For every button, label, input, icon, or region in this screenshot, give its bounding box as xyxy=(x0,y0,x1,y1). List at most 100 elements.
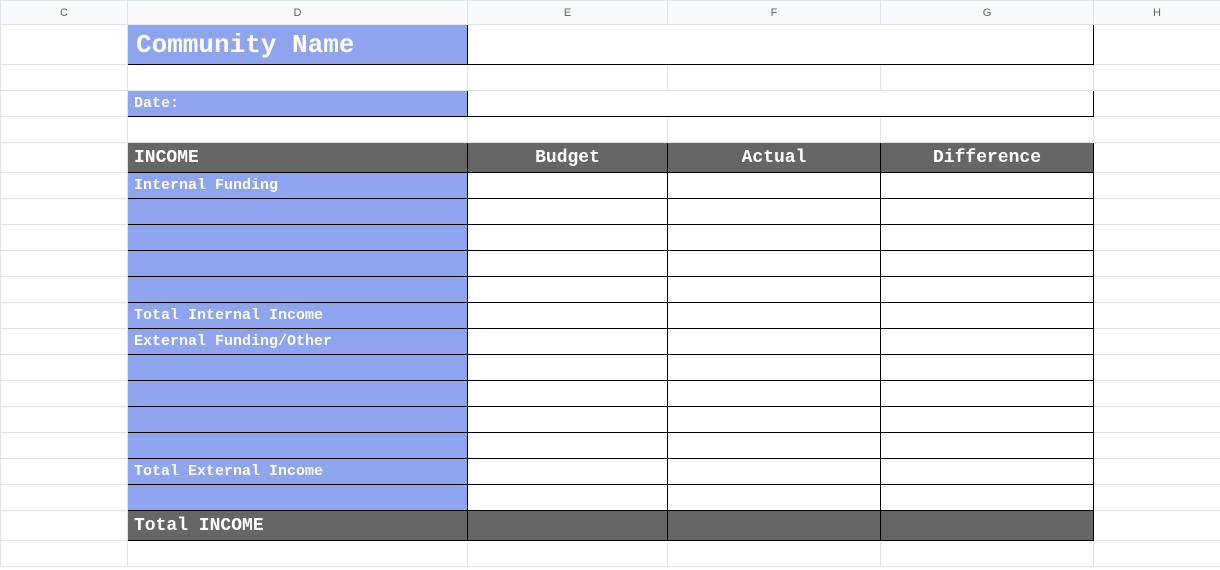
row-label[interactable] xyxy=(128,407,468,433)
cell[interactable] xyxy=(1,225,128,251)
budget-cell[interactable] xyxy=(468,303,668,329)
cell[interactable] xyxy=(881,65,1094,91)
cell[interactable] xyxy=(1,511,128,541)
cell[interactable] xyxy=(1,91,128,117)
row-label[interactable] xyxy=(128,433,468,459)
budget-cell[interactable] xyxy=(468,329,668,355)
cell[interactable] xyxy=(1,459,128,485)
cell[interactable] xyxy=(1094,433,1220,459)
cell[interactable] xyxy=(1,65,128,91)
actual-cell[interactable] xyxy=(668,485,881,511)
cell[interactable] xyxy=(1,199,128,225)
actual-cell[interactable] xyxy=(668,329,881,355)
row-label[interactable] xyxy=(128,355,468,381)
actual-cell[interactable] xyxy=(668,381,881,407)
cell[interactable] xyxy=(1,329,128,355)
total-internal-label[interactable]: Total Internal Income xyxy=(128,303,468,329)
cell[interactable] xyxy=(1094,511,1220,541)
actual-total-cell[interactable] xyxy=(668,511,881,541)
row-label[interactable] xyxy=(128,251,468,277)
cell[interactable] xyxy=(1094,329,1220,355)
cell[interactable] xyxy=(1094,355,1220,381)
cell[interactable] xyxy=(1094,199,1220,225)
cell[interactable] xyxy=(881,541,1094,567)
cell[interactable] xyxy=(668,117,881,143)
community-name-value[interactable] xyxy=(468,25,1094,65)
col-header-h[interactable]: H xyxy=(1094,1,1220,25)
difference-total-cell[interactable] xyxy=(881,511,1094,541)
total-external-label[interactable]: Total External Income xyxy=(128,459,468,485)
cell[interactable] xyxy=(668,65,881,91)
budget-total-cell[interactable] xyxy=(468,511,668,541)
difference-cell[interactable] xyxy=(881,485,1094,511)
budget-cell[interactable] xyxy=(468,251,668,277)
total-income-label[interactable]: Total INCOME xyxy=(128,511,468,541)
actual-cell[interactable] xyxy=(668,199,881,225)
row-label[interactable] xyxy=(128,381,468,407)
budget-cell[interactable] xyxy=(468,381,668,407)
cell[interactable] xyxy=(1,407,128,433)
col-header-c[interactable]: C xyxy=(1,1,128,25)
cell[interactable] xyxy=(1094,277,1220,303)
spreadsheet-grid[interactable]: C D E F G H Community Name Date: xyxy=(0,0,1220,567)
external-funding-label[interactable]: External Funding/Other xyxy=(128,329,468,355)
difference-header[interactable]: Difference xyxy=(881,143,1094,173)
cell[interactable] xyxy=(1094,25,1220,65)
budget-cell[interactable] xyxy=(468,173,668,199)
cell[interactable] xyxy=(1094,65,1220,91)
cell[interactable] xyxy=(128,65,468,91)
cell[interactable] xyxy=(1,381,128,407)
row-label[interactable] xyxy=(128,485,468,511)
cell[interactable] xyxy=(1094,143,1220,173)
cell[interactable] xyxy=(1,143,128,173)
actual-cell[interactable] xyxy=(668,433,881,459)
difference-cell[interactable] xyxy=(881,199,1094,225)
income-header-label[interactable]: INCOME xyxy=(128,143,468,173)
difference-cell[interactable] xyxy=(881,225,1094,251)
actual-cell[interactable] xyxy=(668,251,881,277)
cell[interactable] xyxy=(128,117,468,143)
cell[interactable] xyxy=(1094,251,1220,277)
actual-cell[interactable] xyxy=(668,355,881,381)
cell[interactable] xyxy=(468,117,668,143)
actual-cell[interactable] xyxy=(668,407,881,433)
cell[interactable] xyxy=(1,433,128,459)
col-header-f[interactable]: F xyxy=(668,1,881,25)
cell[interactable] xyxy=(1094,91,1220,117)
difference-cell[interactable] xyxy=(881,381,1094,407)
budget-cell[interactable] xyxy=(468,199,668,225)
cell[interactable] xyxy=(128,541,468,567)
budget-cell[interactable] xyxy=(468,407,668,433)
budget-header[interactable]: Budget xyxy=(468,143,668,173)
actual-cell[interactable] xyxy=(668,277,881,303)
cell[interactable] xyxy=(1,277,128,303)
actual-header[interactable]: Actual xyxy=(668,143,881,173)
internal-funding-label[interactable]: Internal Funding xyxy=(128,173,468,199)
cell[interactable] xyxy=(1094,303,1220,329)
cell[interactable] xyxy=(1,485,128,511)
difference-cell[interactable] xyxy=(881,173,1094,199)
cell[interactable] xyxy=(468,541,668,567)
cell[interactable] xyxy=(468,65,668,91)
budget-cell[interactable] xyxy=(468,433,668,459)
row-label[interactable] xyxy=(128,277,468,303)
date-label[interactable]: Date: xyxy=(128,91,468,117)
cell[interactable] xyxy=(1,303,128,329)
cell[interactable] xyxy=(1094,117,1220,143)
difference-cell[interactable] xyxy=(881,277,1094,303)
difference-cell[interactable] xyxy=(881,407,1094,433)
actual-cell[interactable] xyxy=(668,303,881,329)
cell[interactable] xyxy=(1,25,128,65)
community-name-title[interactable]: Community Name xyxy=(128,25,468,65)
budget-cell[interactable] xyxy=(468,485,668,511)
cell[interactable] xyxy=(668,541,881,567)
actual-cell[interactable] xyxy=(668,459,881,485)
cell[interactable] xyxy=(1094,459,1220,485)
cell[interactable] xyxy=(1094,541,1220,567)
cell[interactable] xyxy=(1094,381,1220,407)
cell[interactable] xyxy=(1,117,128,143)
date-value[interactable] xyxy=(468,91,1094,117)
cell[interactable] xyxy=(1094,407,1220,433)
difference-cell[interactable] xyxy=(881,433,1094,459)
actual-cell[interactable] xyxy=(668,225,881,251)
